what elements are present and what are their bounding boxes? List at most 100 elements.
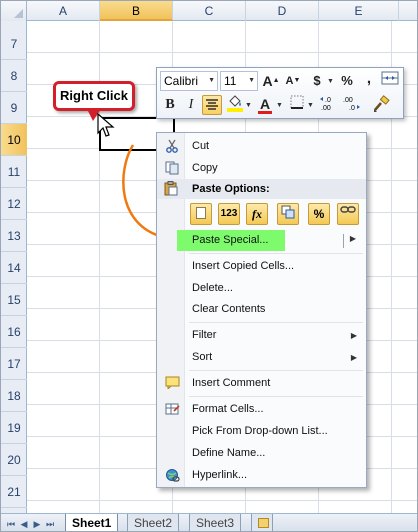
sheet-tabs-bar: ⏮ ◀ ▶ ⏭ Sheet1 Sheet2 Sheet3	[1, 513, 417, 531]
menu-item-insert-copied-cells[interactable]: Insert Copied Cells...	[159, 256, 365, 277]
italic-icon: I	[188, 97, 194, 112]
format-painter-button[interactable]	[380, 71, 400, 91]
bold-button[interactable]: B	[160, 95, 180, 115]
hyperlink-globe-icon	[164, 468, 180, 483]
row-header-9[interactable]: 9	[1, 92, 27, 124]
column-header-c[interactable]: C	[173, 1, 246, 21]
font-name-value: Calibri	[164, 74, 199, 88]
merge-cells-icon	[381, 71, 399, 85]
chevron-down-icon: ▼	[245, 102, 252, 109]
paint-bucket-icon	[227, 95, 243, 112]
svg-text:.00: .00	[343, 97, 353, 104]
increase-decimal-icon: .0.00	[320, 97, 331, 112]
column-header-d[interactable]: D	[246, 1, 319, 21]
menu-item-label: Paste Special...	[192, 234, 269, 246]
comma-style-button[interactable]: ,	[359, 69, 379, 89]
fill-color-button[interactable]	[225, 95, 245, 115]
copy-icon	[164, 161, 180, 176]
last-sheet-icon[interactable]: ⏭	[44, 518, 56, 530]
previous-sheet-icon[interactable]: ◀	[18, 518, 30, 530]
svg-text:.0: .0	[349, 105, 355, 111]
menu-item-label: Filter	[192, 329, 217, 341]
percent-style-button[interactable]: %	[337, 71, 357, 91]
first-sheet-icon[interactable]: ⏮	[5, 518, 17, 530]
menu-item-label: Hyperlink...	[192, 469, 248, 481]
paste-transpose-button[interactable]	[277, 203, 299, 225]
menu-item-cut[interactable]: Cut	[159, 136, 365, 157]
row-header-13[interactable]: 13	[1, 220, 27, 252]
paste-formatting-icon: %	[313, 207, 325, 221]
menu-item-label: Cut	[192, 140, 210, 152]
italic-button[interactable]: I	[181, 95, 201, 115]
menu-separator	[189, 322, 363, 323]
row-headers: 7 8 9 10 11 12 13 14 15 16 17 18 19 20 2…	[1, 21, 27, 513]
row-header-12[interactable]: 12	[1, 188, 27, 220]
paste-link-button[interactable]	[337, 203, 359, 225]
menu-separator	[189, 396, 363, 397]
paintbrush-icon	[374, 95, 390, 112]
row-header-15[interactable]: 15	[1, 284, 27, 316]
paste-formulas-button[interactable]: fx	[246, 203, 268, 225]
format-painter-button[interactable]	[371, 95, 391, 115]
paste-options-label: Paste Options:	[192, 183, 270, 195]
row-header-8[interactable]: 8	[1, 60, 27, 92]
grow-font-button[interactable]: A▲	[261, 71, 281, 91]
menu-item-clear-contents[interactable]: Clear Contents	[159, 299, 365, 320]
row-header-10[interactable]: 10	[1, 124, 27, 156]
sheet-tab-sheet1[interactable]: Sheet1	[65, 514, 119, 531]
row-header-18[interactable]: 18	[1, 380, 27, 412]
row-header-17[interactable]: 17	[1, 348, 27, 380]
row-header-19[interactable]: 19	[1, 412, 27, 444]
column-header-e[interactable]: E	[319, 1, 399, 21]
menu-item-filter[interactable]: Filter ▶	[159, 325, 365, 346]
row-header-16[interactable]: 16	[1, 316, 27, 348]
menu-item-label: Format Cells...	[192, 403, 264, 415]
menu-item-paste-special[interactable]: Paste Special...	[177, 230, 285, 251]
submenu-arrow-icon[interactable]: ▶	[350, 234, 356, 243]
clipboard-icon	[164, 181, 178, 203]
shrink-font-button[interactable]: A▼	[283, 71, 303, 91]
row-header-14[interactable]: 14	[1, 252, 27, 284]
menu-item-pick-from-list[interactable]: Pick From Drop-down List...	[159, 421, 365, 442]
sheet-tab-sheet3[interactable]: Sheet3	[189, 514, 242, 531]
font-size-combo[interactable]: 11 ▼	[220, 71, 258, 91]
insert-worksheet-button[interactable]	[251, 514, 273, 531]
paste-button[interactable]	[190, 203, 212, 225]
font-size-value: 11	[224, 74, 237, 88]
menu-item-format-cells[interactable]: Format Cells...	[159, 399, 365, 420]
menu-item-define-name[interactable]: Define Name...	[159, 443, 365, 464]
comment-icon	[164, 376, 180, 391]
decrease-decimal-button[interactable]: .00.0	[341, 95, 361, 115]
row-header-11[interactable]: 11	[1, 156, 27, 188]
menu-item-sort[interactable]: Sort ▶	[159, 347, 365, 368]
font-color-button[interactable]: A	[255, 94, 275, 114]
row-header-20[interactable]: 20	[1, 444, 27, 476]
sheet-tab-sheet2[interactable]: Sheet2	[127, 514, 180, 531]
select-all-corner[interactable]	[1, 1, 27, 21]
column-header-b[interactable]: B	[100, 1, 173, 21]
borders-button[interactable]	[287, 95, 307, 115]
center-align-button[interactable]	[202, 95, 222, 115]
font-name-combo[interactable]: Calibri ▼	[160, 71, 218, 91]
row-header-7[interactable]: 7	[1, 28, 27, 60]
font-color-icon: A	[259, 96, 271, 112]
column-header-a[interactable]: A	[27, 1, 100, 21]
next-sheet-icon[interactable]: ▶	[31, 518, 43, 530]
paste-values-button[interactable]: 123	[218, 203, 240, 225]
menu-item-hyperlink[interactable]: Hyperlink...	[159, 465, 365, 486]
row-header-21[interactable]: 21	[1, 476, 27, 508]
menu-item-copy[interactable]: Copy	[159, 158, 365, 179]
context-menu: Cut Copy Paste Options: 123 fx % Paste S…	[156, 132, 367, 488]
paste-formatting-button[interactable]: %	[308, 203, 330, 225]
submenu-divider	[343, 234, 344, 248]
grow-font-icon: A	[262, 73, 273, 89]
chevron-down-icon: ▼	[276, 102, 283, 109]
scissors-icon	[164, 139, 180, 154]
menu-item-delete[interactable]: Delete...	[159, 278, 365, 299]
increase-decimal-button[interactable]: .0.00	[319, 95, 339, 115]
menu-item-insert-comment[interactable]: Insert Comment	[159, 373, 365, 394]
accounting-format-button[interactable]: $	[307, 71, 327, 91]
bold-icon: B	[165, 97, 175, 112]
chevron-down-icon: ▼	[307, 102, 314, 109]
menu-separator	[189, 370, 363, 371]
